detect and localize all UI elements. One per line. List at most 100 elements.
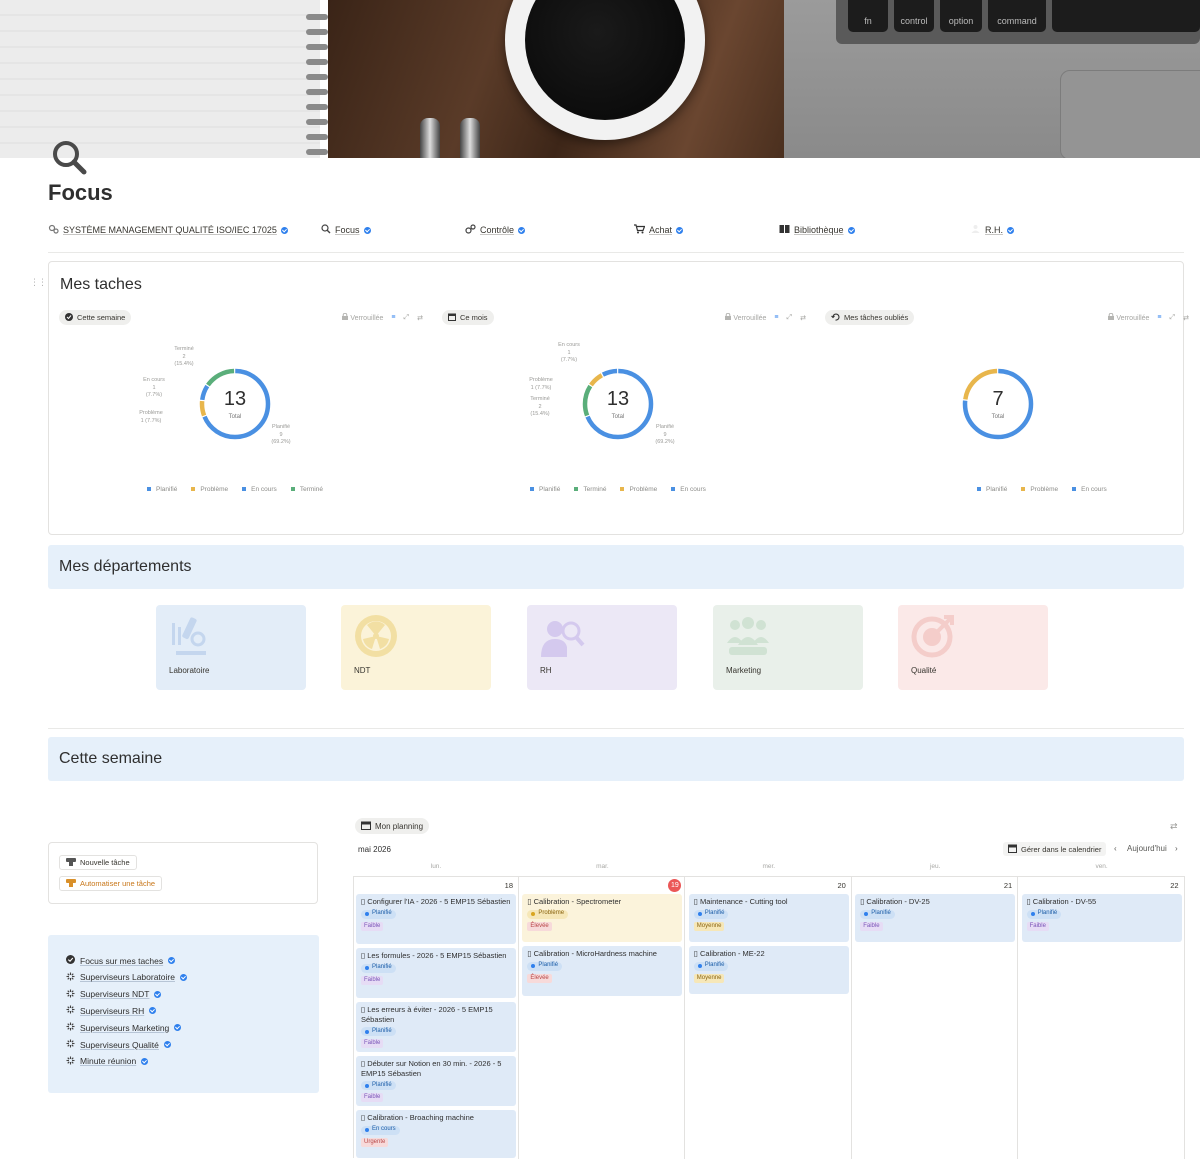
nav-item-bibliotheque[interactable]: Bibliothèque [779, 224, 855, 236]
priority-badge: Faible [1026, 921, 1049, 931]
status-label: Planifié [372, 1027, 392, 1034]
legend-item[interactable]: Terminé [290, 486, 323, 493]
verified-icon [363, 226, 371, 234]
chart-view-tab[interactable]: Mes tâches oubliés [825, 310, 915, 325]
pen [460, 118, 480, 158]
expand-icon[interactable]: ⤢ [1170, 314, 1176, 322]
settings-icon[interactable]: ⇄ [417, 314, 423, 322]
automate-task-button[interactable]: Automatiser une tâche [59, 876, 163, 891]
manage-calendar-button[interactable]: Gérer dans le calendrier [1003, 842, 1107, 856]
nav-label: R.H. [985, 225, 1003, 235]
priority-row: Urgente [361, 1135, 511, 1147]
slice-label-count: 2 [182, 353, 186, 360]
expand-icon[interactable]: ⤢ [787, 314, 793, 322]
settings-icon[interactable]: ⇄ [1183, 314, 1189, 322]
chart-view-tab[interactable]: Ce mois [442, 310, 494, 325]
nav-item-achat[interactable]: Achat [634, 224, 684, 236]
link-item[interactable]: Superviseurs Laboratoire [66, 972, 187, 983]
nav-item-rh[interactable]: R.H. [970, 224, 1014, 236]
calendar-event[interactable]: ▯ Débuter sur Notion en 30 min. - 2026 -… [356, 1056, 516, 1106]
link-item[interactable]: Superviseurs Marketing [66, 1022, 182, 1033]
chart-view-tab[interactable]: Cette semaine [59, 310, 132, 325]
link-item[interactable]: Superviseurs NDT [66, 989, 162, 1000]
department-card[interactable]: Qualité [898, 605, 1048, 690]
calendar-event[interactable]: ▯ Calibration - DV-25 Planifié Faible [855, 894, 1016, 942]
slice-label-count: 1 [152, 384, 156, 391]
legend-item[interactable]: Problème [1021, 486, 1058, 493]
legend-item[interactable]: En cours [1072, 486, 1107, 493]
legend-item[interactable]: Planifié [977, 486, 1007, 493]
chevron-right-icon[interactable]: › [1175, 844, 1178, 853]
nav-item-smq[interactable]: SYSTÈME MANAGEMENT QUALITÉ ISO/IEC 17025 [48, 224, 288, 236]
nav-item-focus[interactable]: Focus [321, 224, 371, 236]
pen [420, 118, 440, 158]
status-row: Planifié [361, 1024, 511, 1036]
weekday-label: mer. [762, 863, 776, 870]
slice-label-count: 1 (7.7%) [530, 384, 552, 391]
link-item[interactable]: Focus sur mes taches [66, 955, 176, 966]
status-badge: Planifié [1026, 909, 1062, 919]
legend-item[interactable]: En cours [671, 486, 706, 493]
calendar-day-column[interactable]: 21 ▯ Calibration - DV-25 Planifié Faible [852, 877, 1019, 1159]
nav-label: SYSTÈME MANAGEMENT QUALITÉ ISO/IEC 17025 [63, 225, 277, 235]
link-item[interactable]: Superviseurs Qualité [66, 1039, 171, 1050]
calendar-event[interactable]: ▯ Les erreurs à éviter - 2026 - 5 EMP15 … [356, 1002, 516, 1052]
department-card[interactable]: RH [527, 605, 677, 690]
calendar-day-column[interactable]: 22 ▯ Calibration - DV-55 Planifié Faible [1019, 877, 1185, 1159]
department-card[interactable]: NDT [341, 605, 491, 690]
filter-icon[interactable]: ≡ [774, 314, 778, 321]
link-item[interactable]: Superviseurs RH [66, 1005, 157, 1016]
link-item[interactable]: Minute réunion [66, 1056, 149, 1067]
event-title: ▯ Calibration - ME-22 [693, 949, 765, 958]
event-title: ▯ Maintenance - Cutting tool [693, 897, 788, 906]
nav-item-controle[interactable]: Contrôle [465, 224, 526, 236]
department-card[interactable]: Laboratoire [156, 605, 306, 690]
calendar-event[interactable]: ▯ Maintenance - Cutting tool Planifié Moye… [688, 894, 849, 942]
today-button[interactable]: Aujourd'hui [1127, 844, 1167, 853]
department-label: Marketing [726, 666, 762, 675]
calendar-view-label: Mon planning [375, 821, 424, 831]
legend-item[interactable]: Problème [191, 486, 228, 493]
calendar-event[interactable]: ▯ Calibration - DV-55 Planifié Faible [1021, 894, 1182, 942]
slice-label: Terminé 2 (15.4%) [510, 396, 570, 419]
legend-item[interactable]: Planifié [530, 486, 560, 493]
calendar-event[interactable]: ▯ Calibration - MicroHardness machine Pla… [522, 946, 683, 996]
locked-indicator[interactable]: Verrouillée [725, 312, 766, 322]
locked-indicator[interactable]: Verrouillée [1108, 312, 1149, 322]
week-title: Cette semaine [59, 750, 163, 767]
calendar-event[interactable]: ▯ Calibration - ME-22 Planifié Moyenne [688, 946, 849, 994]
slice-label-name: Problème [139, 410, 163, 416]
department-card[interactable]: Marketing [713, 605, 863, 690]
calendar-day-column[interactable]: 20 ▯ Maintenance - Cutting tool Planifié Mo… [686, 877, 852, 1159]
expand-icon[interactable]: ⤢ [404, 314, 410, 322]
filter-icon[interactable]: ≡ [1157, 314, 1161, 321]
new-task-button[interactable]: Nouvelle tâche [59, 855, 137, 870]
total-count: 13 [223, 388, 247, 410]
calendar-day-column[interactable]: 19 ▯ Calibration - Spectrometer Problème Él… [519, 877, 686, 1159]
calendar-event[interactable]: ▯ Les formules - 2026 - 5 EMP15 Sébastie… [356, 948, 516, 998]
spiral-ring [306, 89, 328, 95]
locked-indicator[interactable]: Verrouillée [342, 312, 383, 322]
calendar-event[interactable]: ▯ Calibration - Broaching machine En cour… [356, 1110, 516, 1158]
status-badge: Planifié [361, 1081, 396, 1090]
event-title: ▯ Calibration - DV-25 [860, 897, 930, 906]
settings-icon[interactable]: ⇄ [800, 314, 806, 322]
chevron-left-icon[interactable]: ‹ [1114, 844, 1117, 853]
priority-badge: Faible [361, 975, 384, 985]
legend-item[interactable]: En cours [242, 486, 277, 493]
legend-item[interactable]: Terminé [574, 486, 606, 493]
drag-handle-icon[interactable]: ⋮⋮ [30, 278, 47, 287]
legend-item[interactable]: Planifié [147, 486, 177, 493]
settings-icon[interactable]: ⇄ [1170, 821, 1178, 832]
priority-row: Moyenne [693, 919, 844, 931]
legend-swatch [1021, 487, 1026, 492]
filter-icon[interactable]: ≡ [391, 314, 395, 321]
cart-icon [634, 224, 646, 236]
calendar-event[interactable]: ▯ Calibration - Spectrometer Problème Élev… [522, 894, 683, 942]
calendar-day-column[interactable]: 18 ▯ Configurer l'IA - 2026 - 5 EMP15 Séb… [353, 877, 519, 1159]
calendar-event[interactable]: ▯ Configurer l'IA - 2026 - 5 EMP15 Sébas… [356, 894, 516, 944]
legend-swatch [242, 487, 247, 492]
legend-item[interactable]: Problème [620, 486, 657, 493]
status-badge: Planifié [361, 963, 396, 973]
calendar-view-tab[interactable]: Mon planning [355, 818, 430, 834]
